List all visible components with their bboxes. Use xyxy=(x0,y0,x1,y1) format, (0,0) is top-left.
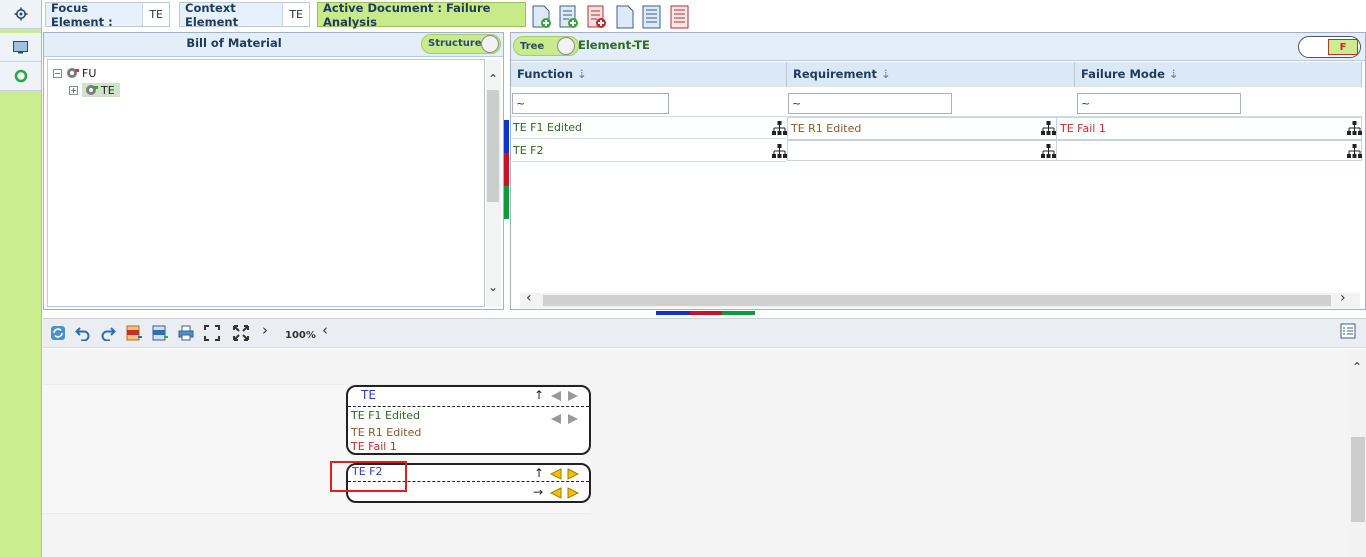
focus-element-value[interactable]: TE xyxy=(142,3,169,26)
element-label: Element-TE xyxy=(578,38,650,52)
undo-icon[interactable] xyxy=(75,325,91,341)
horizontal-scrollbar-thumb[interactable] xyxy=(543,295,1331,306)
hierarchy-icon[interactable] xyxy=(1041,144,1056,158)
new-document-icon[interactable] xyxy=(531,5,553,29)
tree-toggle-knob[interactable] xyxy=(557,37,575,55)
expand-icon[interactable]: + xyxy=(69,85,78,95)
failure-cell[interactable] xyxy=(1056,140,1362,161)
scrollbar-thumb[interactable] xyxy=(487,90,499,202)
scroll-up-icon[interactable]: ⌃ xyxy=(488,72,498,86)
hierarchy-icon[interactable] xyxy=(772,121,787,135)
tree-node-label: TE xyxy=(101,83,115,97)
list-document-icon[interactable] xyxy=(641,5,663,29)
tree-node-te-selected[interactable]: TE xyxy=(82,83,120,97)
expand-icon[interactable] xyxy=(233,325,249,341)
column-header-function[interactable]: Function ⇣ xyxy=(511,62,787,87)
zoom-prev-icon[interactable]: ‹ xyxy=(322,321,328,339)
structure-toggle-knob[interactable] xyxy=(481,35,499,53)
hierarchy-icon[interactable] xyxy=(772,144,787,158)
bom-title: Bill of Material xyxy=(186,36,282,50)
move-up-icon[interactable]: ↑ xyxy=(534,388,544,402)
context-element-value[interactable]: TE xyxy=(282,3,309,26)
node-failure[interactable]: TE Fail 1 xyxy=(351,440,397,453)
column-header-label: Function xyxy=(517,67,574,81)
stripe-red xyxy=(504,153,509,186)
monitor-icon xyxy=(13,40,28,53)
red-list-document-icon[interactable] xyxy=(669,5,691,29)
canvas-scrollbar-thumb[interactable] xyxy=(1351,437,1365,522)
requirement-filter-input[interactable]: ~ xyxy=(788,93,952,114)
focus-element-label: Focus Element : xyxy=(51,0,113,29)
gear-icon xyxy=(14,7,27,21)
recycle-icon xyxy=(14,69,27,83)
export-svg-icon[interactable] xyxy=(126,325,142,341)
nav-arrows-gray-icon[interactable] xyxy=(548,413,580,425)
column-header-label: Failure Mode xyxy=(1081,67,1165,81)
hierarchy-icon[interactable] xyxy=(1347,121,1362,135)
node-divider xyxy=(348,406,589,407)
column-header-failure-mode[interactable]: Failure Mode ⇣ xyxy=(1075,62,1362,87)
reload-icon[interactable] xyxy=(50,325,66,341)
context-element-box: Context Element TE xyxy=(179,0,310,29)
failure-badge[interactable]: F xyxy=(1328,39,1358,55)
redo-icon[interactable] xyxy=(100,325,116,341)
delete-list-icon[interactable] xyxy=(586,5,608,29)
list-view-icon[interactable] xyxy=(1340,323,1356,339)
scroll-down-icon[interactable]: ⌄ xyxy=(488,280,498,294)
failure-filter-input[interactable]: ~ xyxy=(1077,93,1241,114)
splitter-blue[interactable] xyxy=(656,311,690,315)
print-icon[interactable] xyxy=(178,325,194,341)
gear-component-icon xyxy=(67,68,79,78)
zoom-level: 100% xyxy=(285,330,316,341)
scroll-right-icon[interactable]: › xyxy=(1340,290,1346,306)
failure-cell[interactable]: TE Fail 1 xyxy=(1056,117,1362,140)
focus-element-box: Focus Element : TE xyxy=(45,0,170,29)
sort-icon[interactable]: ⇣ xyxy=(877,67,891,81)
nav-arrows-gray-icon[interactable] xyxy=(548,390,580,402)
function-cell[interactable]: TE F2 xyxy=(510,140,786,162)
export-png-icon[interactable] xyxy=(152,325,168,341)
structure-toggle-label: Structure xyxy=(428,38,482,49)
requirement-cell[interactable] xyxy=(787,140,1057,161)
refresh-cycle-button[interactable] xyxy=(0,62,41,91)
new-list-icon[interactable] xyxy=(558,5,580,29)
sort-icon[interactable]: ⇣ xyxy=(573,67,587,81)
move-right-icon[interactable]: → xyxy=(533,485,543,499)
settings-button[interactable] xyxy=(0,0,41,29)
nav-arrows-yellow-icon[interactable] xyxy=(548,487,580,499)
monitor-button[interactable] xyxy=(0,33,41,62)
requirement-cell[interactable]: TE R1 Edited xyxy=(787,117,1057,140)
scroll-left-icon[interactable]: ‹ xyxy=(526,290,532,306)
function-filter-input[interactable]: ~ xyxy=(512,93,669,114)
stripe-green xyxy=(504,186,509,219)
blank-document-icon[interactable] xyxy=(614,5,636,29)
tree-node-label: FU xyxy=(82,66,97,80)
selection-highlight xyxy=(330,461,407,492)
move-up-icon[interactable]: ↑ xyxy=(534,466,544,480)
tree-node-te[interactable]: + TE xyxy=(69,83,120,97)
context-element-label: Context Element xyxy=(185,0,239,29)
splitter-red[interactable] xyxy=(690,311,722,315)
collapse-icon[interactable]: − xyxy=(53,68,62,78)
node-requirement[interactable]: TE R1 Edited xyxy=(351,426,421,439)
zoom-next-icon[interactable]: › xyxy=(262,321,268,339)
sort-icon[interactable]: ⇣ xyxy=(1165,67,1179,81)
stripe-blue xyxy=(504,120,509,153)
tree-node-fu[interactable]: − FU xyxy=(53,66,96,80)
splitter-green[interactable] xyxy=(722,311,755,315)
canvas-scroll-up-icon[interactable]: ⌃ xyxy=(1352,360,1362,374)
column-header-requirement[interactable]: Requirement ⇣ xyxy=(787,62,1075,87)
nav-arrows-yellow-icon[interactable] xyxy=(548,468,580,480)
function-cell[interactable]: TE F1 Edited xyxy=(510,117,786,139)
active-document-box[interactable]: Active Document : Failure Analysis xyxy=(317,0,526,29)
hierarchy-icon[interactable] xyxy=(1347,144,1362,158)
hierarchy-icon[interactable] xyxy=(1041,121,1056,135)
tree-toggle-label: Tree xyxy=(520,41,545,52)
node-function[interactable]: TE F1 Edited xyxy=(351,409,420,422)
active-document-label: Active Document : Failure Analysis xyxy=(323,0,491,29)
gear-component-icon xyxy=(86,85,98,95)
column-header-label: Requirement xyxy=(793,67,877,81)
node-title: TE xyxy=(361,388,376,402)
fit-screen-icon[interactable] xyxy=(204,325,220,341)
